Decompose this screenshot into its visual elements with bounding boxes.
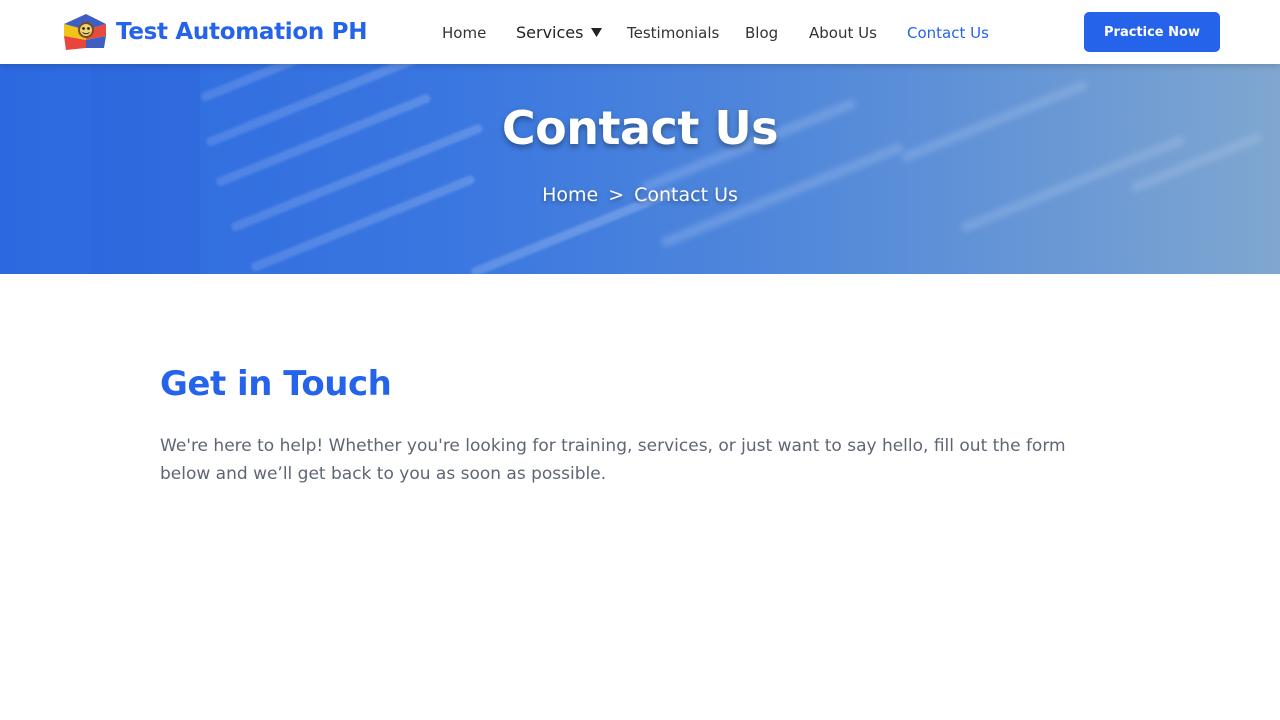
code-background-image <box>0 64 1280 274</box>
site-header: Test Automation PH Home Services Testimo… <box>0 0 1280 64</box>
get-in-touch-heading: Get in Touch <box>160 364 392 404</box>
nav-item-home[interactable]: Home <box>442 22 486 44</box>
nav-item-testimonials[interactable]: Testimonials <box>627 22 719 44</box>
page-title: Contact Us <box>501 101 779 155</box>
nav-item-services-label: Services <box>516 23 584 42</box>
nav-item-blog[interactable]: Blog <box>745 22 778 44</box>
nav-item-contact[interactable]: Contact Us <box>907 22 989 44</box>
chevron-down-icon <box>591 27 603 37</box>
breadcrumb-current: Contact Us <box>634 184 738 206</box>
nav-item-about[interactable]: About Us <box>809 22 877 44</box>
intro-text: We're here to help! Whether you're looki… <box>160 436 1066 484</box>
nav-item-services[interactable]: Services <box>516 22 603 44</box>
breadcrumb: Home > Contact Us <box>0 182 1280 208</box>
breadcrumb-home[interactable]: Home <box>542 182 598 208</box>
breadcrumb-separator: > <box>608 184 625 206</box>
hero-banner: Contact Us Home > Contact Us <box>0 64 1280 274</box>
practice-now-button[interactable]: Practice Now <box>1084 12 1220 52</box>
